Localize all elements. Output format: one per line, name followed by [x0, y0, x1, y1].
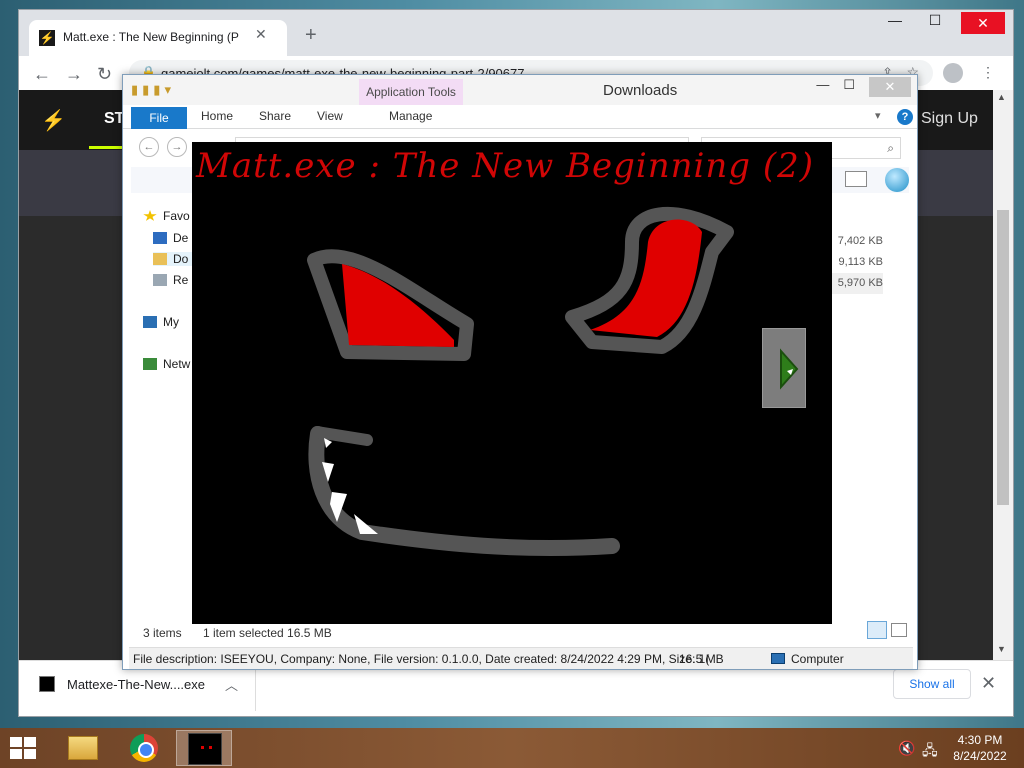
browser-tab[interactable]: ⚡ Matt.exe : The New Beginning (P ✕ [29, 20, 287, 56]
ribbon-expand-icon[interactable]: ▾ [875, 109, 881, 122]
large-icons-view-icon[interactable] [891, 623, 907, 637]
tab-share[interactable]: Share [259, 109, 291, 123]
network-icon [143, 358, 157, 370]
file-size-selected: 5,970 KB [823, 273, 883, 294]
item-count: 3 items [143, 626, 182, 640]
computer-icon [143, 316, 157, 328]
ribbon-tabs: File Home Share View Manage ▾ ? [123, 105, 917, 129]
taskbar-game[interactable] [176, 730, 232, 766]
explorer-titlebar: ▮▮▮▾ Application Tools Downloads — ☐ ✕ [123, 75, 917, 107]
nav-favorites-label: Favo [163, 209, 190, 223]
scroll-down-icon[interactable]: ▼ [997, 644, 1006, 654]
minimize-icon[interactable]: — [816, 77, 829, 97]
show-all-button[interactable]: Show all [893, 669, 971, 699]
star-icon [143, 210, 157, 221]
profile-avatar-icon[interactable] [943, 63, 963, 83]
tab-home[interactable]: Home [201, 109, 233, 123]
next-arrow-icon [780, 348, 799, 390]
desktop-icon [153, 232, 167, 244]
forward-icon[interactable]: → [65, 64, 83, 85]
download-item-name[interactable]: Mattexe-The-New....exe [67, 677, 205, 692]
selection-info: 1 item selected 16.5 MB [203, 626, 332, 640]
back-icon[interactable]: ← [139, 137, 159, 157]
clock-date: 8/24/2022 [953, 749, 1007, 763]
navigation-pane: Favo De Do Re My Netw [131, 195, 215, 615]
tab-title: Matt.exe : The New Beginning (P [63, 30, 239, 44]
taskbar-file-explorer[interactable] [54, 730, 110, 766]
explorer-title: Downloads [603, 82, 678, 99]
file-size: 7,402 KB [837, 235, 883, 247]
game-window[interactable]: Matt.exe : The New Beginning (2) [192, 142, 832, 624]
maximize-icon[interactable]: ☐ [843, 77, 855, 97]
game-app-icon [188, 733, 222, 765]
chrome-icon [130, 734, 158, 762]
windows-start-icon[interactable] [10, 737, 36, 759]
view-options-icon[interactable] [845, 171, 867, 187]
network-icon[interactable]: 🖧 [922, 740, 938, 764]
downloads-folder-icon [153, 253, 167, 265]
close-icon[interactable]: ✕ [961, 12, 1005, 34]
help-globe-icon[interactable] [885, 168, 909, 192]
help-icon[interactable]: ? [897, 109, 913, 125]
computer-icon [771, 653, 785, 664]
nav-my-computer[interactable]: My [143, 315, 179, 329]
gamejolt-favicon-icon: ⚡ [39, 30, 55, 46]
nav-recent[interactable]: Re [153, 273, 188, 287]
page-scrollbar[interactable]: ▲ ▼ [993, 90, 1013, 660]
tab-view[interactable]: View [317, 109, 343, 123]
close-download-shelf-icon[interactable]: ✕ [981, 673, 996, 694]
tab-close-icon[interactable]: ✕ [255, 26, 267, 43]
recent-places-icon [153, 274, 167, 286]
nav-desktop-label: De [173, 231, 189, 245]
chevron-up-icon[interactable]: ︿ [225, 675, 238, 694]
new-tab-icon[interactable]: + [305, 24, 317, 47]
location-computer: Computer [771, 652, 844, 666]
nav-downloads-label: Do [173, 252, 189, 266]
file-size: 9,113 KB [838, 256, 883, 268]
minimize-icon[interactable]: — [881, 12, 909, 34]
exe-file-icon [39, 676, 55, 692]
nav-recent-label: Re [173, 273, 189, 287]
volume-muted-icon[interactable]: 🔇 [898, 740, 915, 757]
taskbar: 🔇 🖧 4:30 PM 8/24/2022 [0, 728, 1024, 768]
nav-desktop[interactable]: De [153, 231, 188, 245]
maximize-icon[interactable]: ☐ [921, 12, 949, 34]
close-icon[interactable]: ✕ [869, 77, 911, 97]
location-label: Computer [791, 652, 844, 666]
file-size-column: 7,402 KB 9,113 KB 5,970 KB [823, 231, 883, 294]
explorer-window-controls: — ☐ ✕ [816, 77, 911, 97]
details-bar: File description: ISEEYOU, Company: None… [129, 647, 913, 669]
search-icon: ⌕ [887, 141, 894, 155]
file-details-text: File description: ISEEYOU, Company: None… [133, 652, 710, 666]
clock-time: 4:30 PM [957, 733, 1003, 747]
folder-icon [68, 736, 98, 760]
application-tools-label: Application Tools [359, 79, 463, 107]
divider [255, 667, 256, 711]
taskbar-chrome[interactable] [116, 730, 172, 766]
scroll-up-icon[interactable]: ▲ [997, 92, 1006, 102]
nav-network-label: Netw [163, 357, 191, 371]
browser-window-controls: — ☐ ✕ [881, 12, 1005, 34]
reload-icon[interactable]: ↻ [97, 64, 112, 85]
game-title: Matt.exe : The New Beginning (2) [196, 146, 815, 186]
back-icon[interactable]: ← [33, 64, 51, 85]
file-details-size: 16.5 MB [679, 652, 724, 666]
nav-my-computer-label: My [163, 315, 179, 329]
quick-access-toolbar-icons[interactable]: ▮▮▮▾ [131, 82, 175, 98]
signup-link[interactable]: Sign Up [921, 110, 978, 128]
explorer-statusbar: 3 items 1 item selected 16.5 MB [123, 621, 917, 645]
nav-favorites[interactable]: Favo [143, 209, 190, 223]
scroll-thumb[interactable] [997, 210, 1009, 505]
system-clock[interactable]: 4:30 PM 8/24/2022 [950, 732, 1010, 764]
game-face-art [307, 206, 734, 557]
nav-network[interactable]: Netw [143, 357, 190, 371]
tab-manage[interactable]: Manage [389, 109, 432, 123]
tab-file[interactable]: File [131, 107, 187, 129]
gamejolt-logo-icon[interactable]: ⚡ [41, 108, 66, 133]
menu-kebab-icon[interactable]: ⋮ [981, 64, 995, 81]
next-button[interactable] [762, 328, 806, 408]
forward-icon[interactable]: → [167, 137, 187, 157]
details-view-icon[interactable] [867, 621, 887, 639]
